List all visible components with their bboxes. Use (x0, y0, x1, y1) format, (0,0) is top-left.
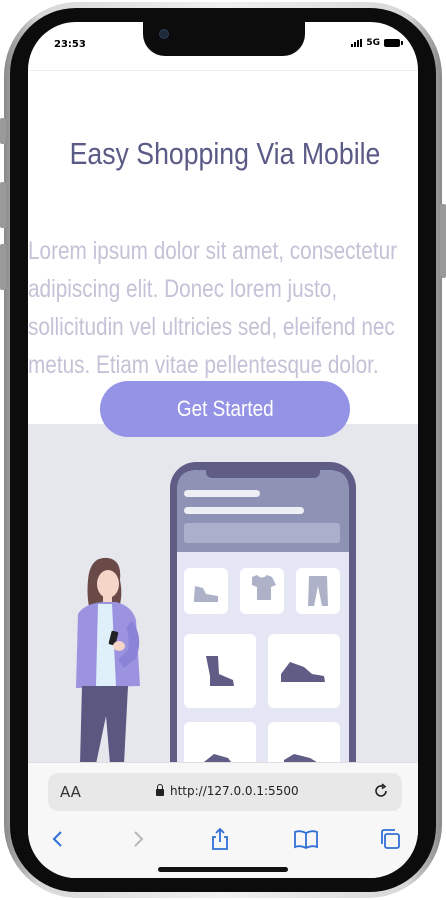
battery-icon (384, 39, 403, 47)
get-started-button[interactable]: Get Started (100, 381, 350, 437)
url-display[interactable]: http://127.0.0.1:5500 (156, 784, 299, 798)
tile-boot (184, 634, 256, 708)
hero-title: Easy Shopping Via Mobile (69, 136, 381, 171)
status-time: 23:53 (54, 39, 86, 50)
notch (143, 22, 305, 56)
forward-icon[interactable] (124, 825, 152, 853)
url-text: http://127.0.0.1:5500 (170, 784, 299, 798)
bookmarks-icon[interactable] (292, 825, 320, 853)
lock-icon (156, 784, 164, 796)
woman-face (97, 570, 119, 598)
address-bar[interactable]: AA http://127.0.0.1:5500 (48, 773, 402, 811)
woman-pants (80, 686, 128, 764)
status-indicators: 5G (351, 38, 403, 48)
device-frame: 23:53 5G Easy Shopping Via Mobile Lorem … (0, 0, 446, 900)
tabs-icon[interactable] (376, 825, 404, 853)
browser-chrome: AA http://127.0.0.1:5500 (28, 762, 418, 878)
share-icon[interactable] (206, 825, 234, 853)
tile-sneaker (184, 568, 228, 614)
illustration (28, 424, 418, 784)
shopping-illustration (76, 462, 356, 784)
power-button (440, 204, 446, 278)
phone-screen: 23:53 5G Easy Shopping Via Mobile Lorem … (28, 22, 418, 878)
reload-icon[interactable] (372, 782, 390, 800)
signal-icon (351, 39, 363, 47)
volume-up-button (0, 182, 6, 228)
back-icon[interactable] (44, 825, 72, 853)
home-indicator (158, 867, 288, 872)
mute-switch (0, 118, 6, 144)
phone-illustration-notch (206, 464, 320, 478)
tile-pants (296, 568, 340, 614)
hero-description: Lorem ipsum dolor sit amet, consectetur … (28, 237, 398, 379)
camera-icon (159, 29, 169, 39)
volume-down-button (0, 244, 6, 290)
browser-toolbar (28, 821, 418, 861)
text-size-button[interactable]: AA (60, 783, 81, 801)
header-divider (28, 70, 418, 71)
network-label: 5G (366, 38, 380, 48)
